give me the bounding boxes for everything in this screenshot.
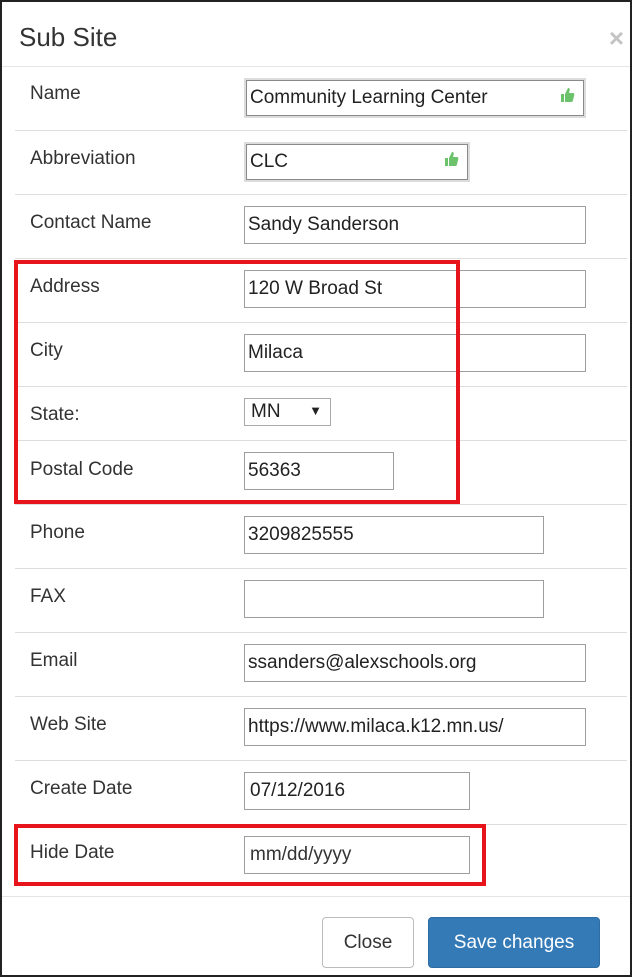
create-date-label: Create Date [30, 778, 133, 799]
dialog-footer: Close Save changes [2, 896, 630, 976]
thumbs-up-icon [445, 152, 459, 166]
sub-site-dialog: Sub Site × Name Community Learning Cente… [0, 0, 632, 977]
abbreviation-value: CLC [250, 151, 289, 172]
create-date-value: 07/12/2016 [250, 780, 346, 801]
email-label: Email [30, 650, 78, 671]
dialog-header: Sub Site × [2, 2, 630, 67]
contact-name-input[interactable]: Sandy Sanderson [244, 206, 586, 244]
email-input[interactable]: ssanders@alexschools.org [244, 644, 586, 682]
thumbs-up-icon [561, 88, 575, 102]
phone-value: 3209825555 [248, 524, 354, 545]
contact-name-value: Sandy Sanderson [248, 214, 400, 235]
web-site-label: Web Site [30, 714, 107, 735]
close-button[interactable]: Close [322, 917, 414, 968]
address-group-highlight [14, 260, 460, 504]
email-value: ssanders@alexschools.org [248, 652, 477, 673]
abbreviation-label: Abbreviation [30, 148, 136, 169]
fax-input[interactable] [244, 580, 544, 618]
web-site-value: https://www.milaca.k12.mn.us/ [248, 716, 504, 737]
phone-label: Phone [30, 522, 85, 543]
name-input[interactable]: Community Learning Center [244, 78, 586, 118]
dialog-title: Sub Site [19, 22, 118, 52]
create-date-input[interactable]: 07/12/2016 [244, 772, 470, 810]
save-changes-button[interactable]: Save changes [428, 917, 600, 968]
fax-label: FAX [30, 586, 66, 607]
close-icon[interactable]: × [609, 25, 624, 51]
contact-name-label: Contact Name [30, 212, 152, 233]
phone-input[interactable]: 3209825555 [244, 516, 544, 554]
name-label: Name [30, 83, 81, 104]
name-value: Community Learning Center [250, 87, 488, 108]
hide-date-highlight [14, 824, 486, 886]
web-site-input[interactable]: https://www.milaca.k12.mn.us/ [244, 708, 586, 746]
abbreviation-input[interactable]: CLC [244, 142, 470, 182]
